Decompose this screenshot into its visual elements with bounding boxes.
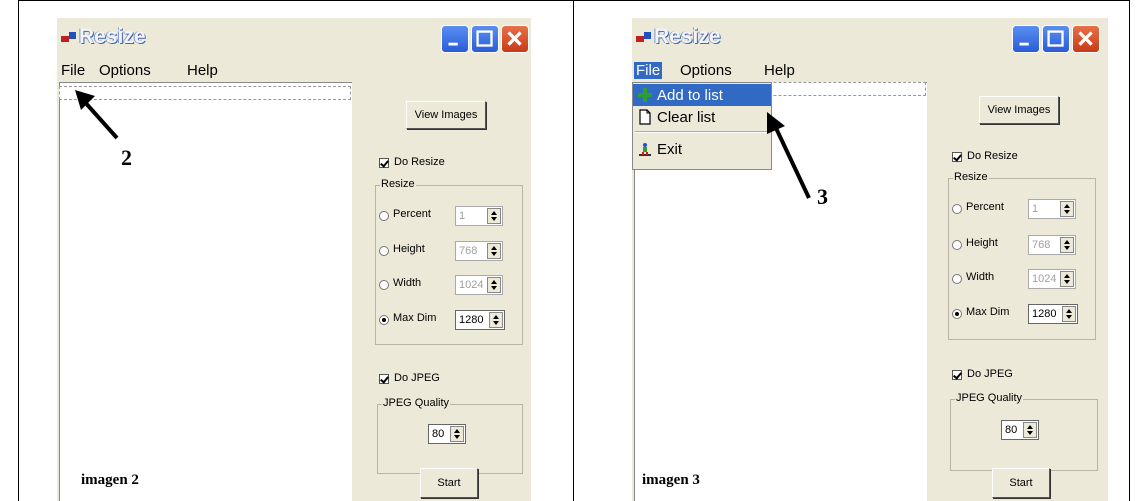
height-label: Height [966,237,998,249]
height-radio[interactable] [379,246,389,256]
window-title: Resize [79,25,146,48]
width-spinner[interactable]: 1024 [1028,269,1076,289]
percent-spinner[interactable]: 1 [1028,199,1076,219]
menu-item-exit[interactable]: Exit [633,138,771,160]
window-title: Resize [654,25,721,48]
jpeg-quality-value: 80 [432,428,445,440]
menu-file[interactable]: File [59,62,87,79]
maxdim-radio[interactable] [952,309,962,319]
app-icon [61,32,76,42]
minimize-button[interactable] [1012,25,1040,53]
height-spinner[interactable]: 768 [455,241,503,261]
plus-icon [638,88,652,102]
start-button[interactable]: Start [992,468,1050,498]
screenshot-cell-right: Resize File Options Help Add to list Cle… [573,0,1130,501]
start-button[interactable]: Start [420,468,478,498]
width-label: Width [393,277,422,289]
jpeg-quality-group-title: JPEG Quality [955,392,1024,404]
width-value: 1024 [1032,273,1057,285]
menu-item-clear-list[interactable]: Clear list [633,106,771,128]
maxdim-radio[interactable] [379,315,389,325]
menu-item-add-to-list[interactable]: Add to list [633,84,771,106]
view-images-button[interactable]: View Images [406,101,486,129]
view-images-button[interactable]: View Images [979,96,1059,124]
menu-options[interactable]: Options [678,62,734,79]
annotation-number: 3 [817,184,828,209]
percent-spinner[interactable]: 1 [455,206,503,226]
maximize-button[interactable] [471,25,499,53]
minimize-button[interactable] [441,25,469,53]
maxdim-label: Max Dim [966,306,1010,318]
maxdim-label: Max Dim [393,312,437,324]
height-label: Height [393,243,425,255]
app-icon [636,32,651,42]
height-spinner[interactable]: 768 [1028,235,1076,255]
title-bar: Resize [632,18,1108,60]
menu-item-label: Add to list [657,86,723,104]
document-icon [639,109,651,125]
menu-item-label: Exit [657,140,683,158]
do-jpeg-checkbox[interactable] [379,374,389,384]
jpeg-quality-spinner[interactable]: 80 [428,424,466,444]
screenshot-cell-left: Resize File Options Help View Images Do … [18,0,575,501]
do-resize-label: Do Resize [394,156,445,168]
annotation-arrow [75,90,119,140]
percent-value: 1 [459,210,466,222]
percent-radio[interactable] [952,204,962,214]
resize-group-title: Resize [953,171,989,183]
maximize-button[interactable] [1042,25,1070,53]
menu-item-label: Clear list [657,108,716,126]
resize-group-title: Resize [380,178,416,190]
jpeg-quality-spinner[interactable]: 80 [1001,420,1039,440]
jpeg-quality-value: 80 [1005,424,1018,436]
menu-bar: File Options Help [632,60,1108,82]
menu-help[interactable]: Help [185,62,220,79]
percent-value: 1 [1032,203,1039,215]
percent-radio[interactable] [379,211,389,221]
close-button[interactable] [501,25,529,53]
figure-caption: imagen 3 [642,472,700,488]
do-resize-checkbox[interactable] [379,158,389,168]
figure-caption: imagen 2 [81,472,139,488]
menu-bar: File Options Help [57,60,531,82]
height-value: 768 [1032,239,1051,251]
width-value: 1024 [459,279,484,291]
height-value: 768 [459,245,478,257]
menu-separator [635,131,769,133]
jpeg-quality-group-title: JPEG Quality [382,397,451,409]
maxdim-spinner[interactable]: 1280 [1028,304,1078,324]
exit-icon [639,143,651,156]
do-resize-label: Do Resize [967,150,1018,162]
width-label: Width [966,271,995,283]
percent-label: Percent [393,208,431,220]
do-jpeg-label: Do JPEG [394,372,440,384]
do-resize-checkbox[interactable] [952,152,962,162]
width-radio[interactable] [379,280,389,290]
maxdim-value: 1280 [459,314,484,326]
width-spinner[interactable]: 1024 [455,275,503,295]
annotation-number: 2 [121,145,132,170]
close-button[interactable] [1072,25,1100,53]
title-bar: Resize [57,18,531,60]
height-radio[interactable] [952,240,962,250]
menu-file[interactable]: File [634,62,663,79]
resize-window: Resize File Options Help Add to list Cle… [632,18,1108,501]
do-jpeg-label: Do JPEG [967,368,1013,380]
file-menu-dropdown: Add to list Clear list Exit [632,82,772,170]
maxdim-spinner[interactable]: 1280 [455,310,505,330]
menu-options[interactable]: Options [97,62,153,79]
do-jpeg-checkbox[interactable] [952,370,962,380]
maxdim-value: 1280 [1032,308,1057,320]
width-radio[interactable] [952,274,962,284]
percent-label: Percent [966,201,1004,213]
menu-help[interactable]: Help [762,62,797,79]
